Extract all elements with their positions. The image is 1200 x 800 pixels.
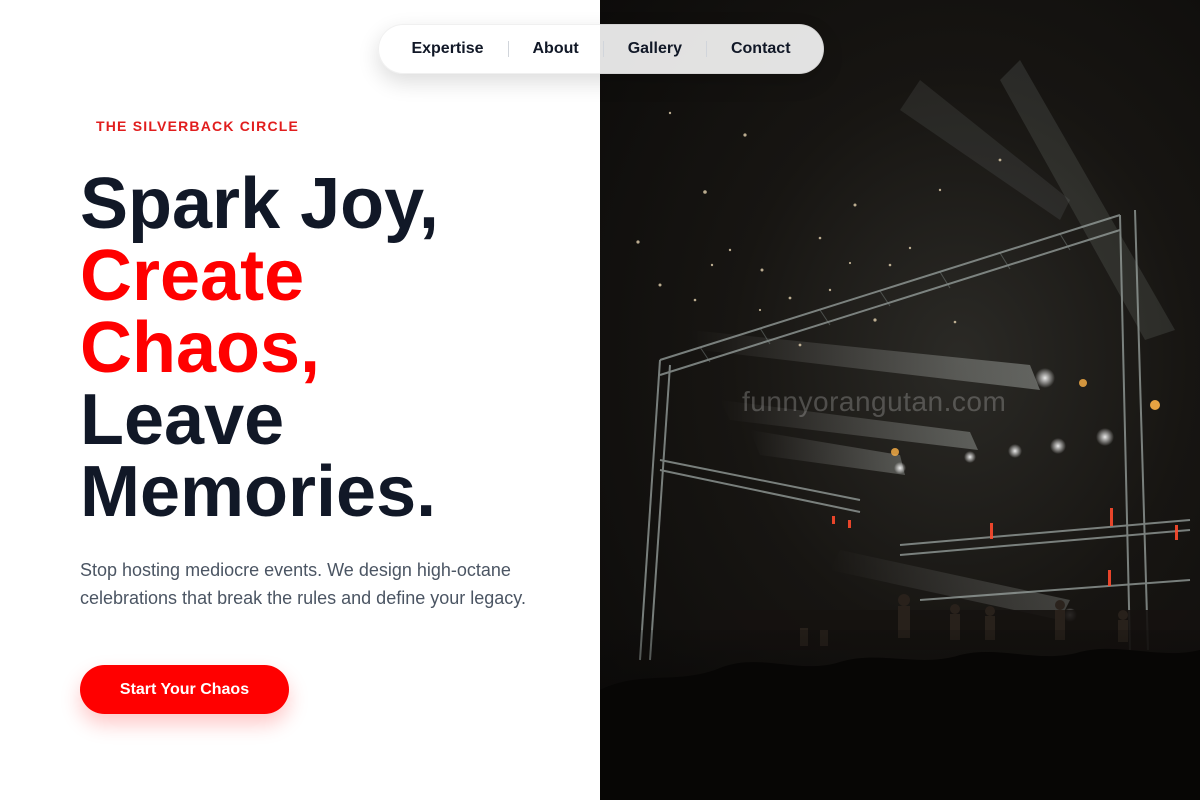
hero-headline: Spark Joy, Create Chaos, Leave Memories.: [80, 168, 580, 528]
top-navigation: Expertise About Gallery Contact: [378, 24, 824, 74]
hero-left-panel: THE SILVERBACK CIRCLE Spark Joy, Create …: [0, 0, 600, 800]
nav-item-expertise[interactable]: Expertise: [387, 25, 507, 73]
eyebrow-label: THE SILVERBACK CIRCLE: [96, 118, 300, 134]
concert-photo: funnyorangutan.com: [600, 0, 1200, 800]
start-your-chaos-button[interactable]: Start Your Chaos: [80, 665, 289, 714]
headline-line-accent: Create: [80, 236, 305, 316]
nav-item-gallery[interactable]: Gallery: [604, 25, 706, 73]
nav-item-about[interactable]: About: [509, 25, 603, 73]
headline-line: Spark Joy,: [80, 164, 439, 244]
watermark-text: funnyorangutan.com: [742, 386, 1007, 417]
headline-line-accent: Chaos,: [80, 308, 321, 388]
headline-line: Leave: [80, 380, 285, 460]
nav-item-contact[interactable]: Contact: [707, 25, 815, 73]
hero-subtitle: Stop hosting mediocre events. We design …: [80, 560, 526, 608]
headline-line: Memories.: [80, 452, 437, 532]
